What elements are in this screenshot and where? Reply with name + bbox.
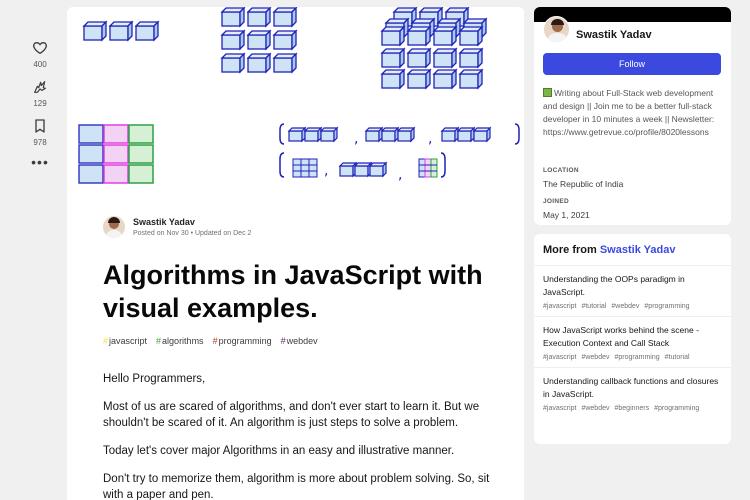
tag-link[interactable]: #programming bbox=[644, 303, 689, 310]
cover-image: , , , , bbox=[78, 7, 520, 184]
article-title: Algorithms in JavaScript with visual exa… bbox=[103, 260, 483, 323]
tag-link[interactable]: #webdev bbox=[581, 405, 609, 412]
profile-avatar bbox=[543, 16, 570, 43]
unicorn-icon bbox=[34, 81, 46, 93]
post-title[interactable]: Understanding callback functions and clo… bbox=[543, 375, 722, 401]
location-value: The Republic of India bbox=[543, 179, 624, 189]
tag-link[interactable]: #beginners bbox=[615, 405, 650, 412]
tag-link[interactable]: #tutorial bbox=[665, 354, 690, 361]
article-card: , , , , Swastik Yadav Posted on Nov 30 •… bbox=[67, 7, 524, 500]
paragraph: Don't try to memorize them, algorithm is… bbox=[103, 473, 490, 500]
post-tags: #javascript #webdev #programming #tutori… bbox=[543, 354, 722, 361]
more-actions-button[interactable]: ••• bbox=[22, 154, 58, 170]
tag-link[interactable]: #webdev bbox=[611, 303, 639, 310]
paragraph: Most of us are scared of algorithms, and… bbox=[103, 401, 480, 429]
location-label: LOCATION bbox=[543, 167, 579, 174]
reaction-rail: 400 129 978 ••• bbox=[22, 40, 58, 177]
more-from-author-link[interactable]: Swastik Yadav bbox=[600, 244, 676, 256]
svg-text:,: , bbox=[324, 163, 328, 179]
heart-icon bbox=[33, 41, 47, 55]
joined-label: JOINED bbox=[543, 198, 570, 205]
follow-button[interactable]: Follow bbox=[543, 53, 721, 75]
heart-count: 400 bbox=[33, 60, 47, 69]
paragraph: Today let's cover major Algorithms in an… bbox=[103, 445, 455, 457]
tag-link[interactable]: #javascript bbox=[543, 405, 576, 412]
joined-value: May 1, 2021 bbox=[543, 210, 590, 220]
post-tags: #javascript #tutorial #webdev #programmi… bbox=[543, 303, 722, 310]
profile-bio: Writing about Full-Stack web development… bbox=[543, 88, 715, 137]
unicorn-count: 129 bbox=[33, 99, 47, 108]
svg-text:,: , bbox=[398, 167, 402, 183]
tag-link[interactable]: #tutorial bbox=[581, 303, 606, 310]
post-title[interactable]: How JavaScript works behind the scene - … bbox=[543, 324, 722, 350]
tag-programming[interactable]: #programming bbox=[213, 336, 272, 346]
bookmark-icon bbox=[35, 119, 45, 133]
svg-text:,: , bbox=[354, 131, 358, 147]
avatar bbox=[103, 216, 125, 238]
author-profile-card: Swastik Yadav Follow Writing about Full-… bbox=[534, 7, 731, 225]
list-item[interactable]: How JavaScript works behind the scene - … bbox=[534, 317, 731, 368]
post-tags: #javascript #webdev #beginners #programm… bbox=[543, 405, 722, 412]
ellipsis-icon: ••• bbox=[31, 154, 49, 170]
tag-webdev[interactable]: #webdev bbox=[281, 336, 318, 346]
reaction-heart[interactable]: 400 bbox=[22, 40, 58, 69]
author-name[interactable]: Swastik Yadav bbox=[133, 217, 251, 227]
post-date: Posted on Nov 30 • Updated on Dec 2 bbox=[133, 230, 252, 237]
paragraph: Hello Programmers, bbox=[103, 373, 206, 385]
article-author[interactable]: Swastik Yadav Posted on Nov 30 • Updated… bbox=[103, 216, 251, 238]
profile-name[interactable]: Swastik Yadav bbox=[576, 29, 652, 41]
more-from-card: More from Swastik Yadav Understanding th… bbox=[534, 234, 731, 444]
reaction-unicorn[interactable]: 129 bbox=[22, 79, 58, 108]
article-body: Hello Programmers, Most of us are scared… bbox=[103, 371, 498, 500]
tag-algorithms[interactable]: #algorithms bbox=[156, 336, 204, 346]
tag-link[interactable]: #webdev bbox=[581, 354, 609, 361]
profile-header[interactable]: Swastik Yadav bbox=[543, 16, 652, 43]
reaction-bookmark[interactable]: 978 bbox=[22, 118, 58, 147]
tag-link[interactable]: #javascript bbox=[543, 303, 576, 310]
tag-link[interactable]: #programming bbox=[654, 405, 699, 412]
more-from-heading: More from Swastik Yadav bbox=[534, 234, 731, 266]
tag-link[interactable]: #programming bbox=[615, 354, 660, 361]
tag-link[interactable]: #javascript bbox=[543, 354, 576, 361]
bookmark-count: 978 bbox=[33, 138, 47, 147]
article-tags: #javascript #algorithms #programming #we… bbox=[103, 336, 318, 346]
tag-javascript[interactable]: #javascript bbox=[103, 336, 147, 346]
post-title[interactable]: Understanding the OOPs paradigm in JavaS… bbox=[543, 273, 722, 299]
laptop-emoji-icon bbox=[543, 88, 552, 97]
author-meta: Swastik Yadav Posted on Nov 30 • Updated… bbox=[133, 217, 251, 237]
list-item[interactable]: Understanding the OOPs paradigm in JavaS… bbox=[534, 266, 731, 317]
list-item[interactable]: Understanding callback functions and clo… bbox=[534, 368, 731, 418]
svg-text:,: , bbox=[428, 131, 432, 147]
